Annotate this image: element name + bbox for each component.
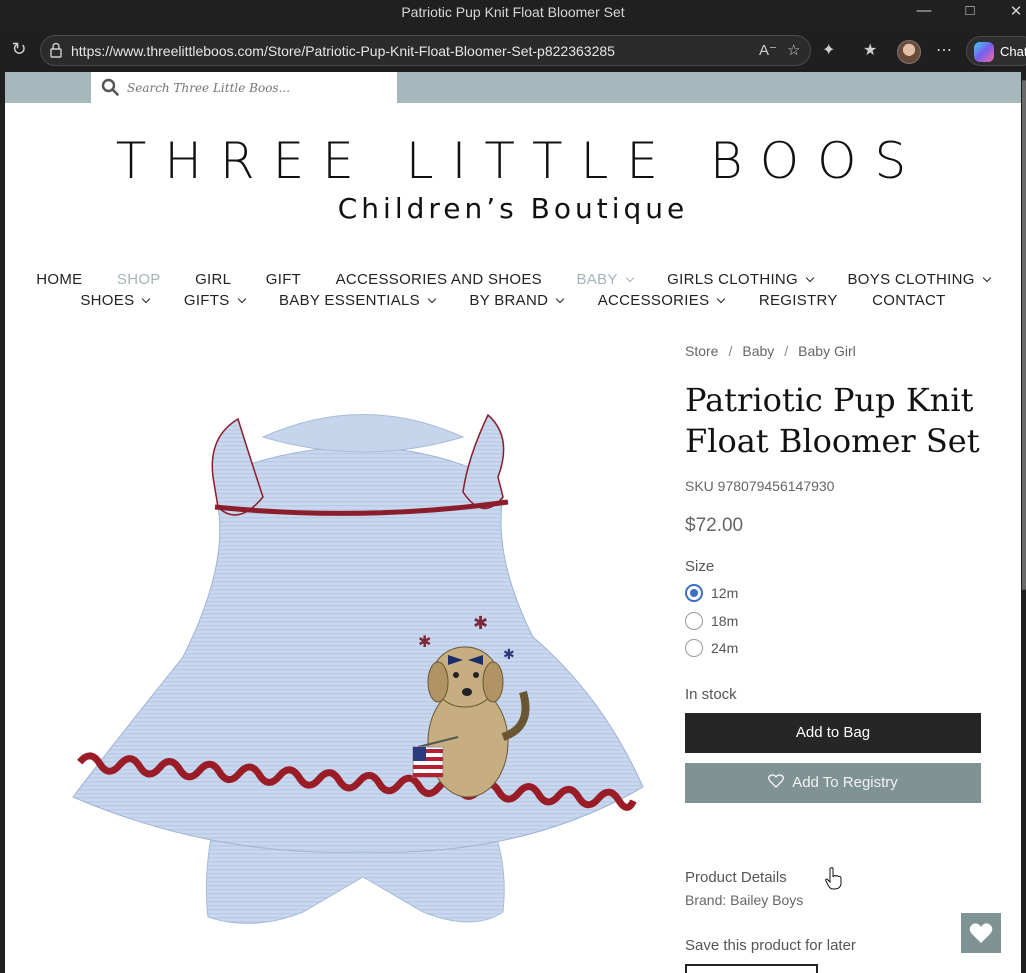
minimize-icon[interactable]: — [904, 2, 944, 19]
refresh-icon[interactable]: ↻ [8, 38, 30, 60]
nav-girls-clothing[interactable]: GIRLS CLOTHING [667, 271, 815, 288]
main-nav-row-1: HOME SHOP GIRL GIFT ACCESSORIES AND SHOE… [5, 271, 1021, 288]
chevron-down-icon [982, 273, 992, 283]
breadcrumb-baby-girl[interactable]: Baby Girl [798, 343, 856, 359]
brand-subtitle: Children’s Boutique [337, 192, 689, 225]
svg-text:✱: ✱ [503, 647, 515, 663]
nav-baby[interactable]: BABY [576, 271, 634, 288]
read-aloud-icon[interactable]: A⁻ [759, 41, 777, 59]
chevron-down-icon [805, 273, 815, 283]
hand-cursor-icon [825, 867, 842, 890]
svg-text:✱: ✱ [418, 632, 431, 651]
product-details-heading: Product Details [685, 869, 787, 886]
chevron-down-icon [625, 273, 634, 283]
heart-icon [969, 923, 993, 943]
product-sku: SKU 978079456147930 [685, 478, 835, 494]
window-title: Patriotic Pup Knit Float Bloomer Set [401, 4, 625, 20]
heart-icon [768, 774, 785, 788]
nav-shop[interactable]: SHOP [117, 271, 161, 288]
profile-avatar[interactable] [897, 40, 921, 64]
product-brand: Brand: Bailey Boys [685, 892, 804, 908]
wishlist-button[interactable] [961, 913, 1001, 953]
search-icon[interactable] [101, 78, 119, 96]
size-option-label: 18m [711, 613, 739, 629]
nav-by-brand[interactable]: BY BRAND [469, 292, 565, 309]
extensions-icon[interactable]: ✦ [822, 40, 835, 60]
nav-accessories[interactable]: ACCESSORIES [598, 292, 726, 309]
url-text[interactable]: https://www.threelittleboos.com/Store/Pa… [71, 43, 615, 59]
product-title: Patriotic Pup Knit Float Bloomer Set [685, 381, 980, 460]
nav-baby-essentials[interactable]: BABY ESSENTIALS [279, 292, 437, 309]
browser-toolbar: ↻ https://www.threelittleboos.com/Store/… [0, 26, 1026, 72]
add-to-bag-button[interactable]: Add to Bag [685, 713, 981, 753]
nav-accessories-and-shoes[interactable]: ACCESSORIES AND SHOES [336, 271, 542, 288]
close-icon[interactable]: ✕ [996, 2, 1026, 20]
nav-gifts[interactable]: GIFTS [184, 292, 246, 309]
radio-button-selected[interactable] [685, 584, 703, 602]
copilot-label: Chat [1000, 44, 1026, 59]
product-price: $72.00 [685, 515, 744, 536]
add-to-registry-label: Add To Registry [792, 774, 898, 791]
more-menu-icon[interactable]: ⋯ [936, 40, 952, 60]
chevron-down-icon [717, 294, 726, 304]
search-input[interactable] [127, 78, 387, 98]
web-page: THREE LITTLE BOOS Children’s Boutique HO… [5, 72, 1021, 973]
main-nav-row-2: SHOES GIFTS BABY ESSENTIALS BY BRAND ACC… [5, 292, 1021, 309]
chevron-down-icon [427, 294, 437, 304]
nav-shoes[interactable]: SHOES [80, 292, 151, 309]
brand-name: THREE LITTLE BOOS [115, 132, 925, 190]
nav-registry[interactable]: REGISTRY [759, 292, 838, 309]
size-option-label: 12m [711, 585, 739, 601]
nav-boys-clothing[interactable]: BOYS CLOTHING [848, 271, 992, 288]
radio-button[interactable] [685, 639, 703, 657]
favorite-star-icon[interactable]: ☆ [787, 41, 800, 59]
maximize-icon[interactable]: □ [950, 2, 990, 19]
address-bar[interactable]: https://www.threelittleboos.com/Store/Pa… [40, 35, 811, 66]
copilot-icon [974, 42, 994, 62]
add-to-registry-button[interactable]: Add To Registry [685, 763, 981, 803]
site-logo[interactable]: THREE LITTLE BOOS Children’s Boutique [5, 132, 1021, 225]
site-search[interactable] [91, 72, 397, 103]
save-for-later-heading: Save this product for later [685, 937, 856, 954]
breadcrumb-baby[interactable]: Baby [742, 343, 774, 359]
stock-status: In stock [685, 686, 737, 703]
breadcrumb: Store / Baby / Baby Girl [685, 343, 856, 359]
chevron-down-icon [142, 294, 151, 304]
favorites-icon[interactable]: ★ [863, 40, 877, 60]
size-option-label: 24m [711, 640, 739, 656]
chevron-down-icon [237, 294, 246, 304]
nav-girl[interactable]: GIRL [195, 271, 231, 288]
nav-gift[interactable]: GIFT [266, 271, 301, 288]
window-titlebar: Patriotic Pup Knit Float Bloomer Set — □… [0, 0, 1026, 26]
product-image[interactable]: ✱ ✱ ✱ [63, 397, 663, 937]
nav-contact[interactable]: CONTACT [872, 292, 945, 309]
breadcrumb-store[interactable]: Store [685, 343, 718, 359]
scrollbar-thumb[interactable] [1022, 80, 1026, 590]
lock-icon [50, 42, 62, 58]
copilot-button[interactable]: Chat [966, 36, 1026, 66]
save-for-later-input[interactable] [685, 964, 818, 973]
size-label: Size [685, 558, 715, 575]
chevron-down-icon [556, 294, 565, 304]
svg-text:✱: ✱ [473, 613, 488, 634]
radio-button[interactable] [685, 612, 703, 630]
nav-home[interactable]: HOME [36, 271, 82, 288]
